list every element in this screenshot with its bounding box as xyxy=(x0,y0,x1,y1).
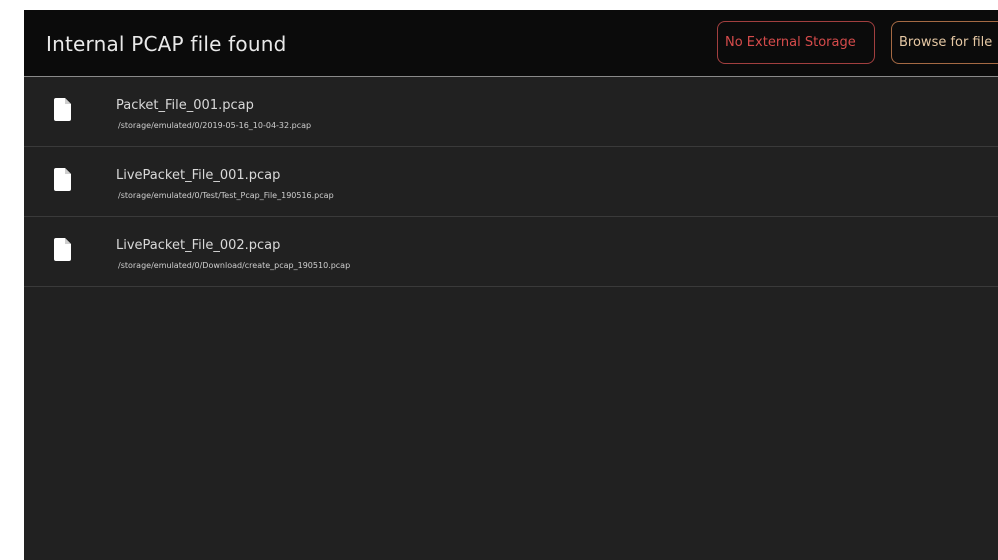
file-name: Packet_File_001.pcap xyxy=(116,98,254,113)
file-path: /storage/emulated/0/Download/create_pcap… xyxy=(118,261,351,270)
file-list-item[interactable]: LivePacket_File_001.pcap /storage/emulat… xyxy=(24,147,998,217)
file-path: /storage/emulated/0/2019-05-16_10-04-32.… xyxy=(118,121,312,130)
page-title: Internal PCAP file found xyxy=(46,32,287,56)
file-list-item[interactable]: LivePacket_File_002.pcap /storage/emulat… xyxy=(24,217,998,287)
file-icon xyxy=(54,238,71,261)
file-list: Packet_File_001.pcap /storage/emulated/0… xyxy=(24,77,998,287)
file-icon xyxy=(54,168,71,191)
file-icon xyxy=(54,98,71,121)
file-name: LivePacket_File_001.pcap xyxy=(116,168,281,183)
file-name: LivePacket_File_002.pcap xyxy=(116,238,281,253)
browse-for-file-button[interactable]: Browse for file xyxy=(891,21,998,64)
file-list-item[interactable]: Packet_File_001.pcap /storage/emulated/0… xyxy=(24,77,998,147)
file-path: /storage/emulated/0/Test/Test_Pcap_File_… xyxy=(118,191,334,200)
pcap-file-dialog: Internal PCAP file found No External Sto… xyxy=(24,10,998,560)
app-header: Internal PCAP file found No External Sto… xyxy=(24,10,998,77)
no-external-storage-button[interactable]: No External Storage xyxy=(717,21,875,64)
